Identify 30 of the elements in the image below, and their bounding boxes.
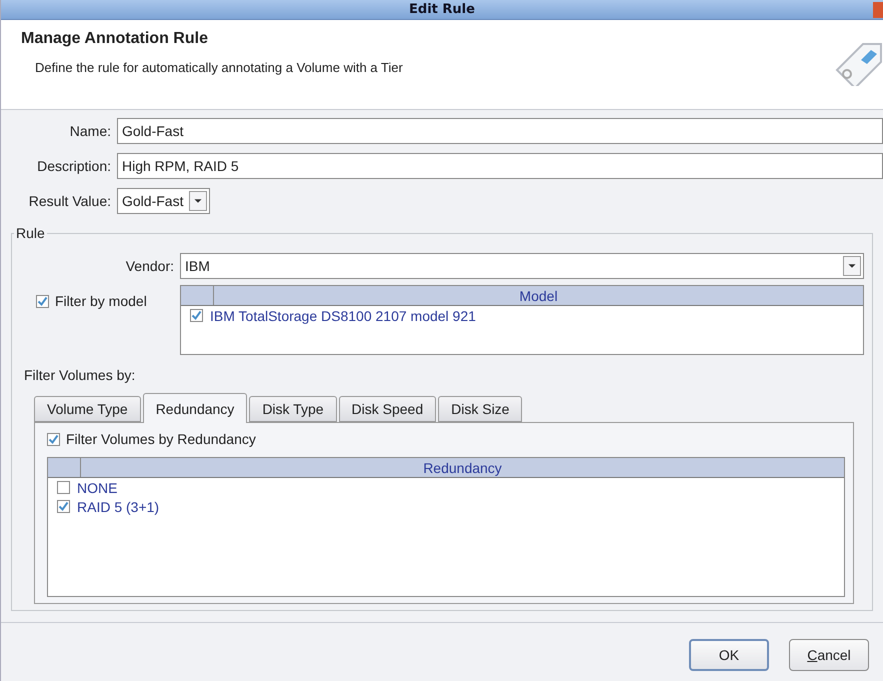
table-cell: IBM TotalStorage DS8100 2107 model 921 [210, 308, 476, 324]
checkbox[interactable] [36, 294, 49, 308]
tab[interactable]: Disk Type [249, 396, 337, 422]
checkbox-label: Filter by model [55, 293, 147, 309]
checkbox[interactable] [57, 500, 70, 513]
checkbox[interactable] [57, 481, 70, 494]
dialog-heading: Manage Annotation Rule [21, 30, 209, 48]
name-field[interactable]: Gold-Fast [117, 118, 883, 144]
table-cell: NONE [77, 480, 118, 496]
tab[interactable]: Redundancy [142, 393, 248, 423]
description-label: Description: [36, 158, 111, 174]
vendor-label: Vendor: [124, 258, 174, 274]
window-title: Edit Rule [409, 2, 475, 17]
checkbox[interactable] [190, 309, 203, 322]
dialog-button[interactable]: OK [689, 639, 769, 671]
result-value-dropdown[interactable]: Gold-Fast [117, 188, 210, 214]
section-label: Filter Volumes by: [24, 367, 136, 383]
description-field[interactable]: High RPM, RAID 5 [117, 153, 883, 179]
tab[interactable]: Disk Size [438, 396, 522, 422]
checkbox[interactable] [47, 432, 60, 446]
dialog-subtitle: Define the rule for automatically annotating a Volume with a Tier [34, 60, 404, 75]
table-cell: RAID 5 (3+1) [77, 498, 160, 514]
checkbox-label: Filter Volumes by Redundancy [66, 431, 256, 447]
group-title: Rule [15, 225, 46, 241]
vendor-dropdown[interactable]: IBM [180, 253, 864, 279]
result-value-label: Result Value: [28, 193, 111, 209]
name-label: Name: [68, 123, 111, 139]
tab[interactable]: Volume Type [34, 396, 141, 422]
dialog-button[interactable]: Cancel [789, 639, 869, 671]
tab[interactable]: Disk Speed [338, 396, 436, 422]
